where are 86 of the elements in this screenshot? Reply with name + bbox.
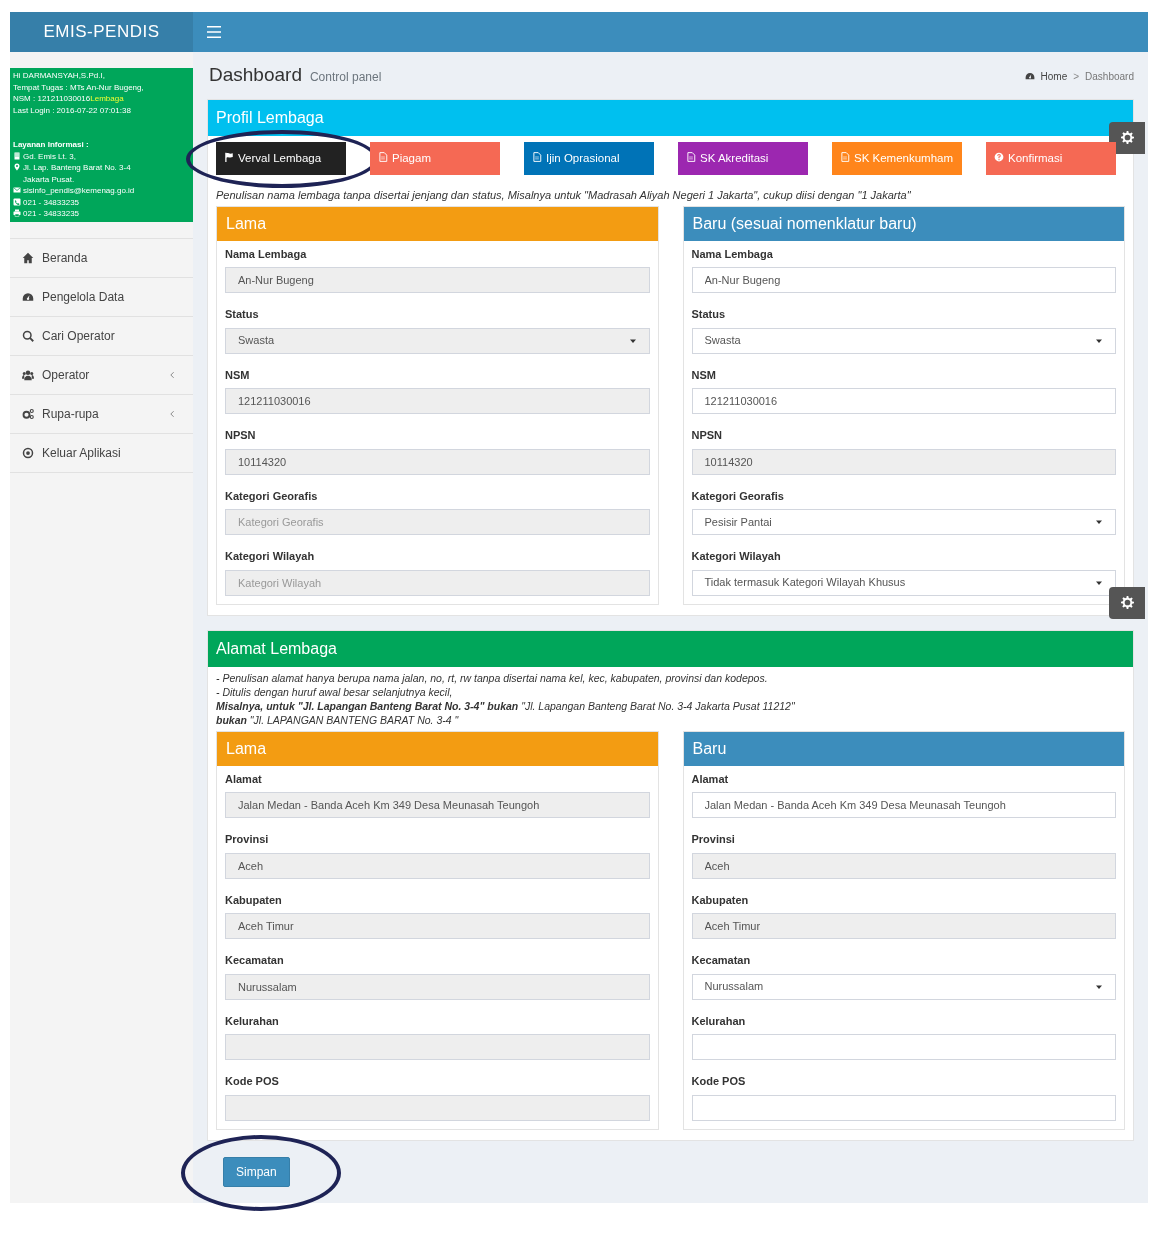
- building-icon: [13, 151, 21, 160]
- field-label: Kategori Wilayah: [225, 549, 316, 565]
- field-label: Kelurahan: [225, 1013, 280, 1029]
- info-title: Layanan Informasi :: [13, 139, 90, 151]
- breadcrumb-current: Dashboard: [1085, 69, 1134, 84]
- field-label: NSM: [691, 367, 717, 383]
- field-label: Kabupaten: [691, 892, 750, 908]
- input-field[interactable]: 121211030016: [691, 388, 1116, 415]
- breadcrumb-separator: >: [1073, 69, 1080, 84]
- breadcrumb-link[interactable]: Home: [1040, 68, 1068, 84]
- field-label: Provinsi: [691, 832, 736, 848]
- page-subtitle: Control panel: [309, 69, 382, 86]
- document-icon: [840, 151, 850, 162]
- select-field[interactable]: Pesisir Pantai: [691, 509, 1116, 536]
- field-label: Kode POS: [225, 1074, 280, 1090]
- note-text: bukan "Jl. LAPANGAN BANTENG BARAT No. 3-4 ": [216, 712, 460, 727]
- home-icon: [22, 251, 34, 264]
- input-field[interactable]: An-Nur Bugeng: [691, 267, 1116, 294]
- gear-icon: [1120, 596, 1134, 610]
- select-field[interactable]: Swasta: [691, 327, 1116, 354]
- field-label: Provinsi: [225, 832, 270, 848]
- contact-text: Jl. Lap. Banteng Barat No. 3-4 Jakarta Pusat.: [23, 162, 132, 185]
- input-field[interactable]: [691, 1094, 1116, 1121]
- user-greeting: Hi DARMANSYAH,S.Pd.I,: [13, 70, 106, 82]
- select-field[interactable]: Tidak termasuk Kategori Wilayah Khusus: [691, 569, 1116, 596]
- field-label: Kabupaten: [225, 892, 283, 908]
- page-title: Dashboard: [209, 64, 302, 87]
- flag-icon: [224, 151, 234, 162]
- contact-text: sisinfo_pendis@kemenag.go.id: [23, 185, 135, 197]
- power-icon: [22, 446, 34, 459]
- map-pin-icon: [13, 163, 21, 171]
- card-header: Baru (sesuai nomenklatur baru): [683, 206, 1124, 241]
- search-icon: [22, 329, 34, 342]
- tab-button[interactable]: Ijin Oprasional: [524, 141, 654, 176]
- workplace-text: Tempat Tugas : MTs An-Nur Bugeng,: [13, 81, 145, 93]
- contact-text: 021 - 34833235: [23, 196, 80, 208]
- field-label: Nama Lembaga: [691, 246, 774, 262]
- field-label: Alamat: [691, 771, 730, 787]
- card-header: Baru: [683, 731, 1124, 766]
- field-label: Status: [691, 307, 727, 323]
- card-header: Lama: [217, 731, 658, 766]
- field-label: Kode POS: [691, 1074, 747, 1090]
- contact-text: Gd. Emis Lt. 3,: [23, 150, 76, 162]
- dashboard-icon: [22, 290, 34, 303]
- brand-logo[interactable]: EMIS-PENDIS: [10, 12, 193, 52]
- envelope-icon: [13, 186, 21, 194]
- tab-button[interactable]: SK Akreditasi: [678, 141, 808, 176]
- hint-text: Penulisan nama lembaga tanpa disertai jenjang dan status, Misalnya untuk "Madrasah Aliyah Negeri 1 Jakarta", cukup diisi dengan "1 Jakarta": [215, 188, 912, 204]
- field-label: Alamat: [225, 771, 263, 787]
- tab-button[interactable]: Verval Lembaga: [216, 141, 346, 176]
- field-label: NPSN: [691, 428, 724, 444]
- card-header: Lama: [217, 206, 658, 241]
- field-label: Kategori Georafis: [225, 488, 319, 504]
- settings-button[interactable]: [1109, 586, 1145, 619]
- field-label: Nama Lembaga: [225, 246, 308, 262]
- help-icon: [994, 151, 1004, 162]
- document-icon: [532, 151, 542, 162]
- field-label: Kecamatan: [691, 953, 752, 969]
- select-field[interactable]: Nurussalam: [691, 973, 1116, 1000]
- note-text: Misalnya, untuk "Jl. Lapangan Banteng Barat No. 3-4" bukan "Jl. Lapangan Banteng Barat No. 3-4 Jakarta Pusat 11212": [216, 698, 796, 713]
- users-icon: [22, 368, 34, 381]
- input-field[interactable]: [691, 1034, 1116, 1061]
- panel-header: Alamat Lembaga: [208, 630, 1133, 667]
- last-login-text: Last Login : 2016-07-22 07:01:38: [13, 104, 132, 116]
- field-label: NSM: [225, 367, 251, 383]
- field-label: NPSN: [225, 428, 257, 444]
- field-label: Kategori Wilayah: [691, 549, 782, 565]
- gears-icon: [22, 407, 34, 420]
- menu-icon[interactable]: [205, 25, 223, 39]
- input-field[interactable]: Jalan Medan - Banda Aceh Km 349 Desa Meunasah Teungoh: [691, 792, 1116, 819]
- nsm-text: NSM : 121211030016: [13, 94, 91, 103]
- save-button[interactable]: Simpan: [223, 1156, 290, 1187]
- note-text: - Ditulis dengan huruf awal besar selanjutnya kecil,: [216, 684, 454, 699]
- field-label: Status: [225, 307, 260, 323]
- phone-icon: [13, 197, 21, 206]
- field-label: Kategori Georafis: [691, 488, 785, 504]
- document-icon: [378, 151, 388, 162]
- contact-text: 021 - 34833235: [23, 208, 80, 220]
- field-label: Kecamatan: [225, 953, 285, 969]
- note-text: - Penulisan alamat hanya berupa nama jalan, no, rt, rw tanpa disertai nama kel, kec, kabupaten, provinsi dan kodepos.: [216, 670, 769, 685]
- gear-icon: [1120, 131, 1134, 145]
- panel-header: Profil Lembaga: [208, 99, 1133, 136]
- field-label: Kelurahan: [691, 1013, 747, 1029]
- dashboard-icon: [1024, 71, 1035, 81]
- printer-icon: [13, 209, 21, 217]
- document-icon: [686, 151, 696, 162]
